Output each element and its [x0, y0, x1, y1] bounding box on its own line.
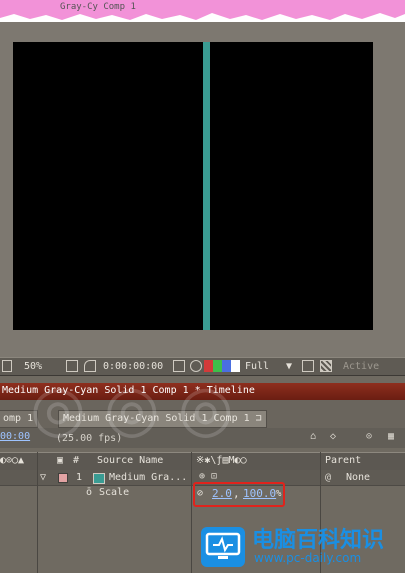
tab-close-icon[interactable]: ⊐: [256, 413, 262, 424]
stopwatch-icon[interactable]: ō: [86, 487, 92, 498]
show-snapshot-icon[interactable]: [190, 360, 202, 372]
transparency-grid-icon[interactable]: [320, 360, 332, 372]
window-title-fragment: Gray-Cy Comp 1: [60, 2, 136, 12]
layer-parent-menu[interactable]: None: [346, 472, 370, 483]
timeline-current-time[interactable]: 00:00: [0, 431, 30, 442]
layer-solid-swatch: [93, 473, 105, 484]
column-divider: [37, 452, 38, 573]
av-features-icon[interactable]: ◐⊙◯▲: [0, 455, 24, 466]
layer-column-headers: ◐⊙◯▲ ▣ # Source Name ※✱\ƒ▤M◐◯ Parent: [0, 452, 405, 471]
red-channel[interactable]: [204, 360, 213, 372]
brand-logo-icon: [201, 527, 245, 567]
brand-url: www.pc-daily.com: [254, 551, 362, 565]
column-divider: [191, 452, 192, 573]
draft-3d-icon[interactable]: ◇: [330, 431, 336, 442]
grid-icon[interactable]: [66, 360, 78, 372]
mask-icon[interactable]: [84, 360, 96, 372]
scale-property-label: Scale: [99, 487, 130, 498]
parent-pickwhip-icon[interactable]: @: [325, 472, 331, 483]
region-of-interest-icon[interactable]: [302, 360, 314, 372]
layer-name[interactable]: Medium Gra...: [109, 472, 187, 483]
blue-channel[interactable]: [222, 360, 231, 372]
color-channels-icon[interactable]: [204, 360, 240, 372]
active-camera-menu[interactable]: Active: [343, 360, 379, 373]
composition-canvas[interactable]: [13, 42, 373, 330]
brand-name: 电脑百科知识: [252, 528, 385, 553]
camera-icon[interactable]: [173, 360, 185, 372]
column-number[interactable]: #: [73, 455, 79, 466]
resolution-dropdown-arrow[interactable]: ▼: [286, 360, 292, 373]
label-column-icon: ▣: [57, 455, 64, 466]
column-source-name[interactable]: Source Name: [97, 455, 163, 466]
always-preview-icon[interactable]: [2, 360, 12, 372]
background-watermark: ◎◎◎: [30, 372, 252, 446]
column-parent[interactable]: Parent: [325, 455, 361, 466]
alpha-channel[interactable]: [231, 360, 240, 372]
cyan-solid-layer[interactable]: [203, 42, 210, 330]
label-color-swatch[interactable]: [58, 473, 68, 483]
comp-flowchart-icon[interactable]: ⌂: [310, 431, 316, 442]
graph-editor-icon[interactable]: ▦: [388, 431, 394, 442]
torn-edge: Gray-Cy Comp 1: [0, 0, 405, 22]
switches-icons[interactable]: ※✱\ƒ▤M◐◯: [196, 455, 247, 466]
scale-highlight-box: [193, 482, 285, 507]
green-channel[interactable]: [213, 360, 222, 372]
layer-number: 1: [76, 472, 83, 483]
monitor-icon: [205, 532, 241, 559]
layer-switch-icons[interactable]: ⊕ ⊡: [199, 471, 217, 482]
motion-blur-icon[interactable]: ⊙: [366, 431, 372, 442]
twirl-down-icon[interactable]: ▽: [40, 472, 46, 483]
